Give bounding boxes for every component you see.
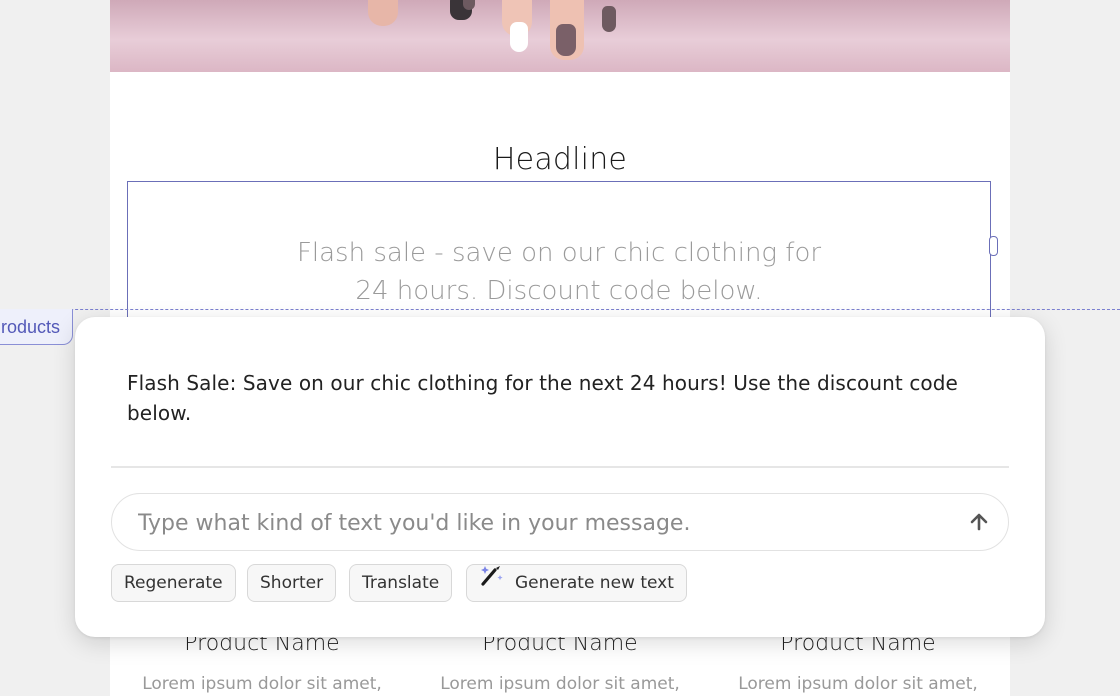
generate-new-text-button[interactable]: Generate new text bbox=[466, 564, 687, 602]
generate-new-text-label: Generate new text bbox=[515, 573, 674, 593]
resize-handle[interactable] bbox=[989, 236, 998, 256]
magic-wand-icon bbox=[479, 562, 505, 601]
section-guide-line bbox=[0, 309, 1120, 310]
product-description: Lorem ipsum dolor sit amet, bbox=[142, 674, 382, 694]
nail-mauve bbox=[463, 0, 475, 10]
prompt-input[interactable] bbox=[136, 494, 940, 552]
nail-white bbox=[510, 22, 528, 52]
shorter-button[interactable]: Shorter bbox=[247, 564, 337, 602]
hand-finger bbox=[368, 0, 398, 26]
selected-text-block[interactable]: Flash sale - save on our chic clothing f… bbox=[127, 181, 991, 321]
nail-mauve bbox=[602, 6, 616, 32]
send-button[interactable] bbox=[964, 507, 994, 537]
nail-mauve bbox=[556, 24, 576, 56]
section-label-tag[interactable]: roducts bbox=[0, 309, 74, 345]
panel-divider bbox=[111, 466, 1009, 468]
send-arrow-icon bbox=[970, 513, 988, 531]
headline-text[interactable]: Headline bbox=[110, 142, 1010, 177]
translate-button[interactable]: Translate bbox=[349, 564, 453, 602]
product-description: Lorem ipsum dolor sit amet, bbox=[440, 674, 680, 694]
ai-writing-panel: Flash Sale: Save on our chic clothing fo… bbox=[75, 317, 1045, 637]
body-text: Flash sale - save on our chic clothing f… bbox=[296, 238, 822, 306]
product-description: Lorem ipsum dolor sit amet, bbox=[738, 674, 978, 694]
hero-image[interactable] bbox=[110, 0, 1010, 72]
regenerate-button[interactable]: Regenerate bbox=[111, 564, 236, 602]
ai-suggestion-text[interactable]: Flash Sale: Save on our chic clothing fo… bbox=[127, 368, 987, 428]
prompt-box bbox=[111, 493, 1009, 552]
